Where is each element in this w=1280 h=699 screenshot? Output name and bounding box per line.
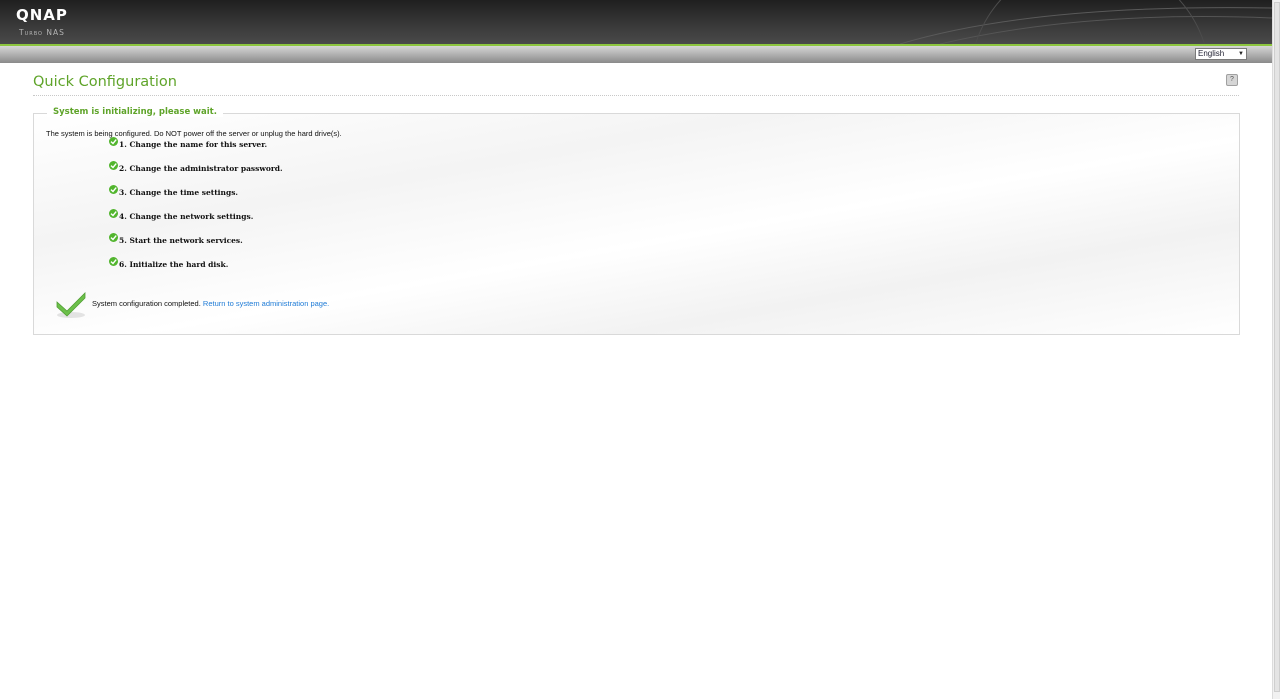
top-banner: QNAP Turbo NAS [0, 0, 1272, 44]
power-warning-text: The system is being configured. Do NOT p… [46, 129, 342, 138]
step-label: 2. Change the administrator password. [119, 164, 283, 173]
check-icon [109, 137, 118, 146]
completed-check-icon [56, 292, 86, 318]
banner-swoosh-decoration [899, 0, 1272, 44]
step-label: 4. Change the network settings. [119, 212, 254, 221]
dropdown-arrow-icon: ▼ [1238, 51, 1244, 57]
page-title: Quick Configuration [33, 74, 177, 90]
completion-message: System configuration completed. Return t… [92, 299, 329, 308]
check-icon [109, 209, 118, 218]
vertical-scrollbar[interactable] [1272, 0, 1280, 699]
step-item: 3. Change the time settings. [109, 185, 239, 200]
step-item: 2. Change the administrator password. [109, 161, 283, 176]
check-icon [109, 185, 118, 194]
step-label: 6. Initialize the hard disk. [119, 260, 229, 269]
language-selected-value: English [1198, 49, 1225, 58]
panel-legend: System is initializing, please wait. [47, 107, 223, 117]
step-item: 4. Change the network settings. [109, 209, 254, 224]
step-label: 3. Change the time settings. [119, 188, 239, 197]
step-item: 1. Change the name for this server. [109, 137, 268, 152]
check-icon [109, 161, 118, 170]
qnap-logo: QNAP [16, 6, 68, 24]
check-icon [109, 233, 118, 242]
step-item: 5. Start the network services. [109, 233, 243, 248]
step-label: 5. Start the network services. [119, 236, 243, 245]
completion-text: System configuration completed. [92, 299, 201, 308]
help-icon[interactable]: ? [1226, 74, 1238, 86]
turbo-nas-subtitle: Turbo NAS [19, 28, 65, 37]
return-admin-link[interactable]: Return to system administration page. [203, 299, 329, 308]
step-item: 6. Initialize the hard disk. [109, 257, 229, 272]
title-divider [33, 95, 1239, 96]
scrollbar-thumb[interactable] [1274, 2, 1280, 692]
check-icon [109, 257, 118, 266]
language-bar: English ▼ [0, 46, 1272, 63]
language-select[interactable]: English ▼ [1195, 48, 1247, 60]
step-label: 1. Change the name for this server. [119, 140, 268, 149]
